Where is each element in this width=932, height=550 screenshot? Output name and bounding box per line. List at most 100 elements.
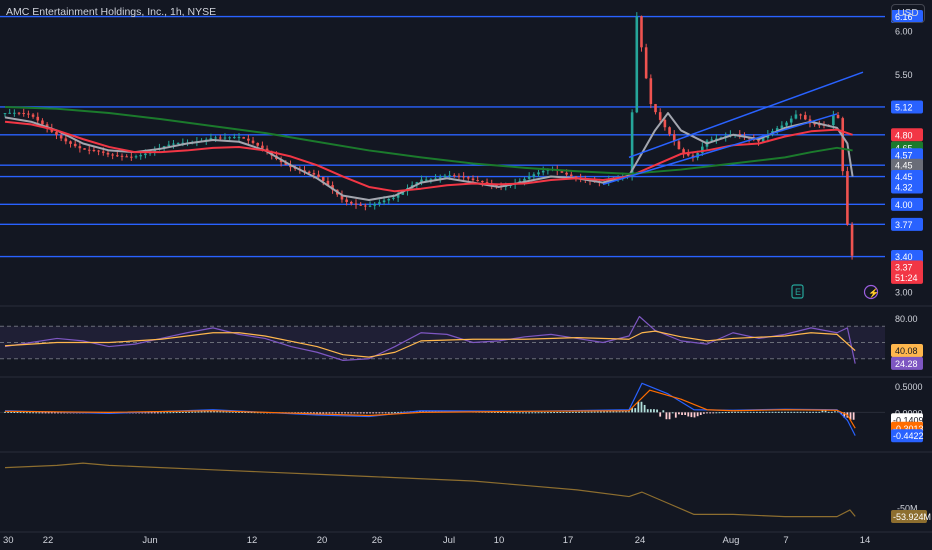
earnings-icon-glyph: E xyxy=(795,287,801,297)
macd-histogram-bar xyxy=(565,411,568,413)
candle-body xyxy=(832,115,835,126)
macd-histogram-bar xyxy=(827,411,830,413)
candle-body xyxy=(120,155,124,157)
macd-histogram-bar xyxy=(185,411,187,413)
macd-histogram-bar xyxy=(737,411,740,413)
candle-body xyxy=(785,122,788,126)
time-axis-tick: 14 xyxy=(860,535,871,546)
candle-body xyxy=(64,138,68,142)
macd-histogram-bar xyxy=(787,411,790,413)
macd-histogram-bar xyxy=(768,411,771,413)
macd-histogram-bar xyxy=(169,412,172,414)
macd-histogram-bar xyxy=(790,411,793,413)
macd-histogram-bar xyxy=(38,412,41,414)
macd-histogram-bar xyxy=(805,411,808,413)
macd-signal-line xyxy=(4,389,856,429)
macd-histogram-bar xyxy=(624,411,627,413)
macd-histogram-bar xyxy=(163,412,166,414)
candle-body xyxy=(649,78,653,105)
candle-body xyxy=(3,113,7,115)
macd-histogram-bar xyxy=(337,412,340,414)
macd-histogram-bar xyxy=(553,412,556,414)
macd-histogram-bar xyxy=(334,412,337,414)
candle-body xyxy=(799,114,802,116)
macd-histogram-bar xyxy=(734,411,736,413)
macd-histogram-bar xyxy=(762,411,765,413)
macd-histogram-bar xyxy=(503,412,506,414)
candle-body xyxy=(223,137,227,139)
macd-histogram-bar xyxy=(646,409,649,413)
candle-body xyxy=(237,137,241,139)
macd-histogram-bar xyxy=(771,411,774,413)
macd-histogram-bar xyxy=(528,412,531,414)
macd-histogram-bar xyxy=(350,412,353,414)
macd-histogram-bar xyxy=(22,412,25,414)
candle-body xyxy=(139,155,143,157)
candle-body xyxy=(27,113,30,115)
macd-histogram-bar xyxy=(600,411,602,413)
macd-histogram-bar xyxy=(25,412,28,414)
candle-body xyxy=(134,156,138,158)
macd-histogram-bar xyxy=(213,411,215,413)
macd-histogram-bar xyxy=(681,412,683,415)
candle-body xyxy=(218,137,222,139)
candle-body xyxy=(850,224,854,256)
macd-histogram-bar xyxy=(194,411,197,413)
rsi-value-label: 24.28 xyxy=(895,359,918,369)
macd-histogram-bar xyxy=(156,412,159,414)
candle-body xyxy=(640,16,643,48)
macd-histogram-bar xyxy=(366,412,368,414)
candle-body xyxy=(541,170,545,173)
macd-histogram-bar xyxy=(637,401,640,413)
candle-body xyxy=(345,199,348,202)
currency-button[interactable]: USD xyxy=(891,4,925,23)
macd-histogram-bar xyxy=(743,411,746,413)
candle-body xyxy=(354,203,358,205)
candle-body xyxy=(452,175,456,177)
candle-body xyxy=(527,176,531,179)
candle-body xyxy=(101,151,105,153)
macd-histogram-bar xyxy=(394,412,396,414)
macd-histogram-bar xyxy=(531,412,534,414)
macd-histogram-bar xyxy=(796,411,799,413)
macd-histogram-bar xyxy=(16,412,19,414)
macd-histogram-bar xyxy=(537,412,540,414)
macd-histogram-bar xyxy=(359,412,362,414)
macd-histogram-bar xyxy=(575,411,577,413)
candle-body xyxy=(359,204,362,206)
macd-histogram-bar xyxy=(756,411,758,413)
macd-histogram-bar xyxy=(206,411,209,413)
candle-body xyxy=(846,171,849,225)
macd-histogram-bar xyxy=(668,412,671,420)
candle-body xyxy=(471,178,475,181)
macd-histogram-bar xyxy=(684,412,687,415)
candle-body xyxy=(350,201,353,204)
rsi-value-label: 40.08 xyxy=(895,346,918,356)
candle-body xyxy=(668,127,671,135)
candle-body xyxy=(836,115,840,119)
candle-body xyxy=(17,112,21,114)
obv-line xyxy=(4,462,856,518)
macd-histogram-bar xyxy=(534,412,537,414)
candle-body xyxy=(635,16,639,113)
macd-histogram-bar xyxy=(10,411,13,413)
macd-histogram-bar xyxy=(546,412,549,414)
macd-histogram-bar xyxy=(656,409,658,413)
candle-body xyxy=(59,135,63,139)
price-axis-tick: 3.00 xyxy=(895,287,913,297)
macd-histogram-bar xyxy=(543,412,546,414)
macd-histogram-bar xyxy=(752,411,755,413)
macd-histogram-bar xyxy=(550,412,552,414)
macd-histogram-bar xyxy=(556,412,559,414)
macd-histogram-bar xyxy=(197,411,200,413)
macd-histogram-bar xyxy=(356,412,359,414)
candle-body xyxy=(167,144,171,147)
macd-histogram-bar xyxy=(29,412,31,414)
candle-body xyxy=(677,141,681,150)
macd-histogram-bar xyxy=(378,412,381,414)
macd-histogram-bar xyxy=(687,412,690,417)
macd-histogram-bar xyxy=(518,412,521,414)
macd-histogram-bar xyxy=(172,412,175,414)
rsi-axis-tick: 80.00 xyxy=(895,314,918,324)
macd-histogram-bar xyxy=(740,411,743,413)
